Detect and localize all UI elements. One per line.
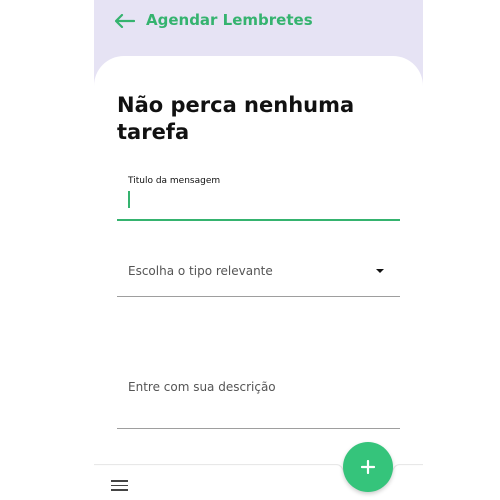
message-title-label: Titulo da mensagem: [128, 176, 221, 186]
app-screen: Agendar Lembretes Não perca nenhuma tare…: [94, 0, 423, 500]
arrow-left-icon: [115, 14, 135, 28]
content-sheet: Não perca nenhuma tarefa Titulo da mensa…: [94, 56, 423, 500]
message-title-field[interactable]: Titulo da mensagem: [117, 172, 400, 221]
menu-button[interactable]: [111, 480, 128, 491]
description-placeholder: Entre com sua descrição: [128, 380, 276, 394]
menu-icon-line: [111, 489, 128, 491]
menu-icon-line: [111, 484, 128, 487]
add-button[interactable]: [343, 442, 393, 492]
type-select-placeholder: Escolha o tipo relevante: [128, 264, 273, 278]
app-bar: Agendar Lembretes: [94, 0, 423, 60]
type-select[interactable]: Escolha o tipo relevante: [117, 244, 400, 297]
page-title: Agendar Lembretes: [146, 11, 313, 29]
text-cursor: [128, 191, 130, 208]
dropdown-arrow-icon: [376, 269, 384, 273]
plus-icon: [361, 460, 375, 474]
description-field[interactable]: Entre com sua descrição: [117, 346, 400, 429]
page-heading: Não perca nenhuma tarefa: [117, 93, 355, 144]
menu-icon: [111, 480, 128, 482]
back-button[interactable]: [114, 11, 136, 31]
